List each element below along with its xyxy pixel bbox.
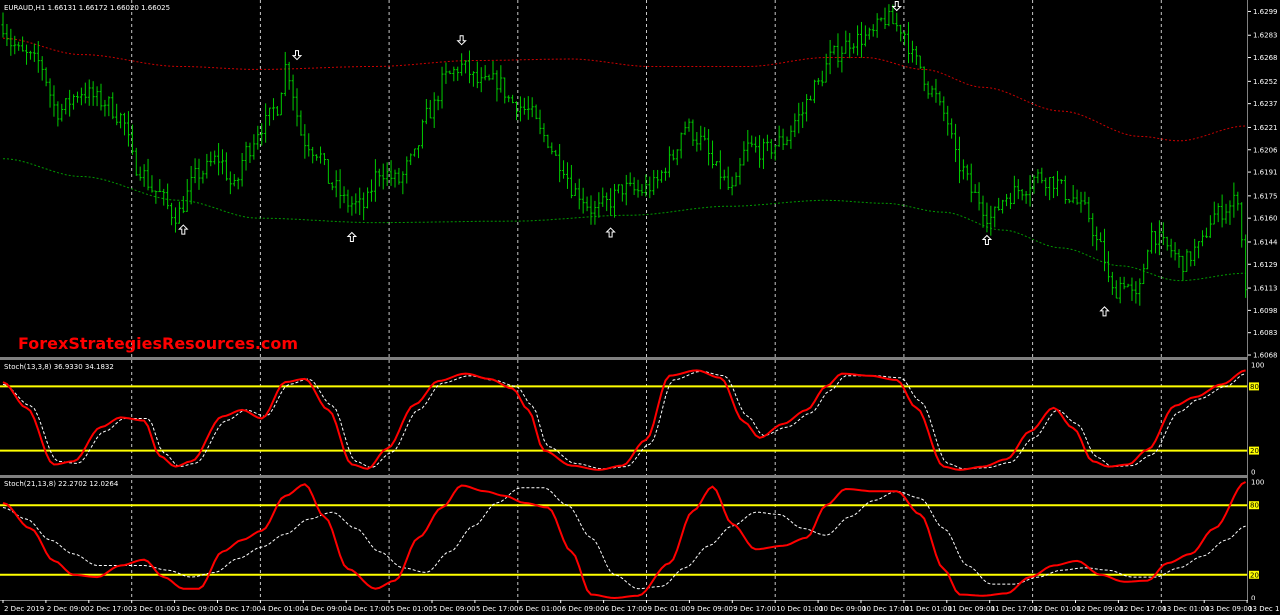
price-tick-label: 1.6068 [1253,352,1278,360]
symbol-title: EURAUD,H1 1.66131 1.66172 1.66020 1.6602… [4,4,170,12]
time-tick-label: 4 Dec 01:00 [261,605,304,613]
price-tick-label: 1.6206 [1253,146,1278,154]
price-tick-label: 1.6144 [1253,238,1278,246]
stoch1-title: Stoch(13,3,8) 36.9330 34.1832 [4,363,114,371]
price-tick-label: 1.6129 [1253,261,1278,269]
price-tick-label: 1.6160 [1253,215,1278,223]
price-tick-label: 1.6221 [1253,124,1278,132]
panel-separator [0,475,1248,478]
time-tick-label: 2 Dec 09:00 [47,605,90,613]
time-tick-label: 10 Dec 01:00 [776,605,823,613]
price-tick-label: 1.6175 [1253,192,1278,200]
time-tick-label: 9 Dec 01:00 [648,605,691,613]
stoch-tick-label: 100 [1251,362,1264,370]
time-tick-label: 6 Dec 01:00 [519,605,562,613]
time-tick-label: 2 Dec 2019 [4,605,44,613]
time-tick-label: 5 Dec 01:00 [390,605,433,613]
trading-chart[interactable]: EURAUD,H1 1.66131 1.66172 1.66020 1.6602… [0,0,1280,615]
price-tick-label: 1.6191 [1253,169,1278,177]
time-tick-label: 2 Dec 17:00 [90,605,133,613]
time-tick-label: 6 Dec 17:00 [605,605,648,613]
price-tick-label: 1.6252 [1253,78,1278,86]
time-tick-label: 5 Dec 09:00 [433,605,476,613]
time-axis-line [0,600,1248,601]
time-tick-label: 6 Dec 09:00 [562,605,605,613]
time-tick-label: 11 Dec 17:00 [991,605,1038,613]
time-tick-label: 12 Dec 17:00 [1119,605,1166,613]
level-tag-label: 80 [1250,502,1259,510]
chart-background [0,0,1280,615]
time-tick-label: 3 Dec 01:00 [133,605,176,613]
price-tick-label: 1.6268 [1253,54,1278,62]
time-tick-label: 9 Dec 09:00 [690,605,733,613]
time-tick-label: 12 Dec 09:00 [1077,605,1124,613]
time-tick-label: 13 Dec 01:00 [1162,605,1209,613]
axis-separator [1247,0,1248,600]
time-tick-label: 13 Dec 17:00 [1248,605,1280,613]
stoch-tick-label: 100 [1251,479,1264,487]
time-tick-label: 11 Dec 09:00 [948,605,995,613]
price-tick-label: 1.6083 [1253,329,1278,337]
time-tick-label: 10 Dec 09:00 [819,605,866,613]
stoch2-title: Stoch(21,13,8) 22.2702 12.0264 [4,480,119,488]
time-tick-label: 10 Dec 17:00 [862,605,909,613]
price-tick-label: 1.6098 [1253,307,1278,315]
time-tick-label: 11 Dec 01:00 [905,605,952,613]
price-tick-label: 1.6299 [1253,8,1278,16]
time-tick-label: 13 Dec 09:00 [1205,605,1252,613]
time-tick-label: 4 Dec 09:00 [304,605,347,613]
time-tick-label: 4 Dec 17:00 [347,605,390,613]
price-tick-label: 1.6283 [1253,32,1278,40]
time-tick-label: 9 Dec 17:00 [733,605,776,613]
level-tag-label: 20 [1250,447,1259,455]
stoch-tick-label: 0 [1251,469,1255,477]
price-tick-label: 1.6237 [1253,100,1278,108]
time-tick-label: 5 Dec 17:00 [476,605,519,613]
level-tag-label: 20 [1250,571,1259,579]
time-tick-label: 3 Dec 17:00 [219,605,262,613]
price-tick-label: 1.6113 [1253,285,1278,293]
level-tag-label: 80 [1250,383,1259,391]
panel-separator [0,357,1248,360]
time-tick-label: 3 Dec 09:00 [176,605,219,613]
watermark: ForexStrategiesResources.com [18,334,298,353]
time-tick-label: 12 Dec 01:00 [1034,605,1081,613]
